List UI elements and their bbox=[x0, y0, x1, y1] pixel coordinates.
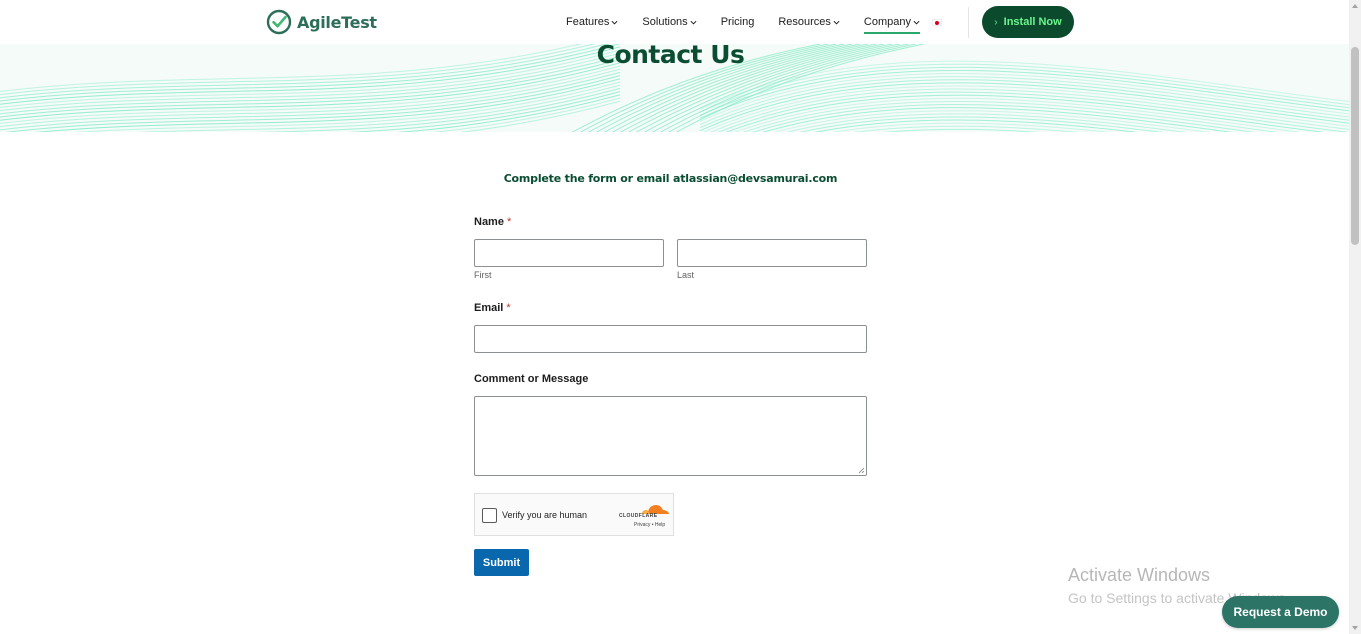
nav-item-company[interactable]: Company bbox=[863, 11, 921, 34]
nav-label-company: Company bbox=[863, 16, 911, 28]
chevron-down-icon bbox=[913, 20, 920, 25]
nav-label-solutions: Solutions bbox=[642, 16, 688, 28]
chevron-right-icon: › bbox=[994, 16, 998, 28]
activate-windows-title: Activate Windows bbox=[1068, 565, 1211, 585]
name-field-label: Name * bbox=[474, 216, 511, 228]
message-field-label: Comment or Message bbox=[474, 373, 589, 385]
header-divider bbox=[968, 7, 969, 38]
submit-button[interactable]: Submit bbox=[474, 549, 529, 576]
email-field-label: Email * bbox=[474, 302, 511, 314]
nav-item-resources[interactable]: Resources bbox=[778, 11, 840, 33]
nav-item-pricing[interactable]: Pricing bbox=[721, 11, 755, 33]
chevron-down-icon bbox=[690, 20, 697, 25]
main-nav: Features Solutions Pricing Resources Com… bbox=[566, 0, 944, 44]
captcha-checkbox[interactable] bbox=[482, 508, 497, 523]
captcha-label: Verify you are human bbox=[502, 510, 588, 520]
form-subtitle: Complete the form or email atlassian@dev… bbox=[503, 172, 838, 185]
first-name-input[interactable] bbox=[474, 239, 664, 267]
last-name-input[interactable] bbox=[677, 239, 867, 267]
required-mark: * bbox=[506, 302, 511, 314]
email-input[interactable] bbox=[474, 325, 867, 353]
resize-handle-icon[interactable] bbox=[858, 467, 865, 474]
nav-item-features[interactable]: Features bbox=[566, 11, 618, 33]
chevron-down-icon bbox=[833, 20, 840, 25]
nav-item-solutions[interactable]: Solutions bbox=[642, 11, 697, 33]
scroll-thumb[interactable] bbox=[1351, 47, 1359, 245]
check-circle-icon bbox=[266, 9, 292, 35]
scroll-up-icon[interactable] bbox=[1352, 4, 1358, 8]
site-header: AgileTest Features Solutions Pricing Res… bbox=[0, 0, 1349, 44]
request-demo-button[interactable]: Request a Demo bbox=[1222, 596, 1339, 628]
captcha-links[interactable]: Privacy • Help bbox=[634, 522, 665, 528]
nav-label-pricing: Pricing bbox=[720, 16, 755, 28]
page-title: Contact Us bbox=[596, 44, 745, 69]
hero-banner: Contact Us bbox=[0, 44, 1349, 132]
required-mark: * bbox=[507, 216, 512, 228]
chevron-down-icon bbox=[611, 20, 618, 25]
scroll-down-icon[interactable] bbox=[1352, 626, 1358, 630]
nav-label-resources: Resources bbox=[778, 16, 831, 28]
last-sublabel: Last bbox=[677, 270, 695, 280]
captcha-widget: Verify you are human CLOUDFLARE Privacy … bbox=[474, 493, 674, 536]
install-now-label: Install Now bbox=[1003, 16, 1062, 28]
name-label-text: Name bbox=[474, 216, 504, 228]
logo[interactable]: AgileTest bbox=[266, 9, 377, 35]
nav-label-features: Features bbox=[566, 16, 610, 28]
cloudflare-wordmark: CLOUDFLARE bbox=[619, 513, 658, 519]
scrollbar[interactable] bbox=[1349, 0, 1361, 634]
email-label-text: Email bbox=[474, 302, 504, 314]
install-now-button[interactable]: › Install Now bbox=[982, 6, 1074, 38]
japan-flag-icon[interactable] bbox=[932, 19, 942, 26]
logo-text: AgileTest bbox=[297, 12, 377, 32]
message-textarea[interactable] bbox=[474, 396, 867, 476]
page: AgileTest Features Solutions Pricing Res… bbox=[0, 0, 1361, 634]
first-sublabel: First bbox=[474, 270, 492, 280]
